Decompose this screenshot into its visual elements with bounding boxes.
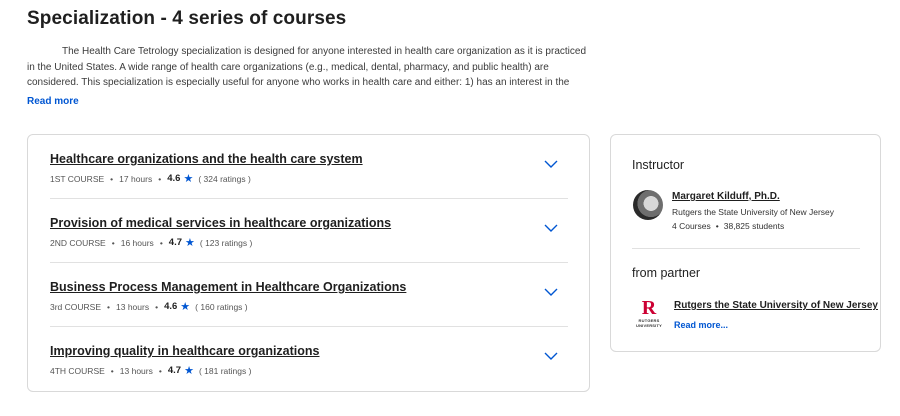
course-row-1[interactable]: Healthcare organizations and the health …: [50, 135, 568, 199]
separator-dot: •: [159, 237, 163, 248]
course-ratings-count: ( 160 ratings ): [195, 301, 248, 312]
course-row-3[interactable]: Business Process Management in Healthcar…: [50, 263, 568, 327]
course-meta: 3rd COURSE • 13 hours • 4.6 ★ ( 160 rati…: [50, 300, 248, 313]
separator-dot: •: [158, 365, 162, 376]
specialization-description: The Health Care Tetrology specialization…: [27, 46, 587, 89]
separator-dot: •: [158, 173, 162, 184]
course-hours: 13 hours: [116, 301, 150, 312]
separator-dot: •: [110, 173, 114, 184]
instructor-stats: 4 Courses • 38,825 students: [672, 221, 784, 231]
course-row-2[interactable]: Provision of medical services in healthc…: [50, 199, 568, 263]
course-number: 4TH COURSE: [50, 365, 105, 376]
course-rating: 4.6: [167, 173, 181, 184]
star-icon: ★: [183, 173, 194, 185]
separator-dot: •: [111, 237, 115, 248]
read-more-link[interactable]: Read more: [27, 96, 79, 107]
divider: [632, 248, 860, 249]
star-icon: ★: [184, 365, 194, 377]
partner-logo[interactable]: R RUTGERS UNIVERSITY: [635, 298, 663, 328]
partner-heading: from partner: [632, 266, 701, 280]
chevron-down-icon[interactable]: [544, 351, 558, 361]
star-icon: ★: [180, 301, 191, 313]
chevron-down-icon[interactable]: [544, 159, 558, 169]
course-number: 2ND COURSE: [50, 237, 106, 248]
course-title[interactable]: Healthcare organizations and the health …: [50, 152, 363, 166]
instructor-partner-card: Instructor Margaret Kilduff, Ph.D. Rutge…: [610, 134, 881, 352]
course-ratings-count: ( 123 ratings ): [199, 237, 253, 248]
chevron-down-icon[interactable]: [544, 223, 558, 233]
course-ratings-count: ( 181 ratings ): [198, 365, 252, 376]
separator-dot: •: [715, 221, 719, 231]
partner-logo-letter: R: [641, 297, 657, 319]
partner-logo-text: RUTGERS UNIVERSITY: [635, 318, 662, 328]
course-hours: 17 hours: [119, 173, 153, 184]
course-meta: 1ST COURSE • 17 hours • 4.6 ★ ( 324 rati…: [50, 172, 251, 185]
avatar[interactable]: [633, 190, 663, 220]
course-number: 3rd COURSE: [50, 301, 102, 312]
course-hours: 13 hours: [119, 365, 153, 376]
partner-name-link[interactable]: Rutgers the State University of New Jers…: [674, 300, 878, 311]
instructor-heading: Instructor: [632, 158, 685, 172]
page-title: Specialization - 4 series of courses: [27, 8, 347, 29]
course-title[interactable]: Provision of medical services in healthc…: [50, 216, 391, 230]
course-title[interactable]: Improving quality in healthcare organiza…: [50, 344, 320, 358]
chevron-down-icon[interactable]: [544, 287, 558, 297]
course-rating: 4.7: [167, 365, 182, 376]
course-rating: 4.7: [168, 237, 183, 248]
star-icon: ★: [185, 237, 195, 249]
separator-dot: •: [107, 301, 110, 312]
course-rating: 4.6: [164, 301, 178, 312]
course-meta: 4TH COURSE • 13 hours • 4.7 ★ ( 181 rati…: [50, 364, 251, 377]
instructor-name-link[interactable]: Margaret Kilduff, Ph.D.: [672, 191, 780, 202]
course-title[interactable]: Business Process Management in Healthcar…: [50, 280, 406, 294]
course-hours: 16 hours: [120, 237, 154, 248]
instructor-org: Rutgers the State University of New Jers…: [672, 207, 835, 217]
instructor-courses: 4 Courses: [672, 221, 711, 231]
course-number: 1ST COURSE: [50, 173, 105, 184]
separator-dot: •: [110, 365, 114, 376]
separator-dot: •: [155, 301, 159, 312]
course-ratings-count: ( 324 ratings ): [198, 173, 251, 184]
instructor-students: 38,825 students: [723, 221, 785, 231]
course-row-4[interactable]: Improving quality in healthcare organiza…: [50, 327, 568, 391]
courses-card: Healthcare organizations and the health …: [27, 134, 590, 392]
partner-read-more-link[interactable]: Read more...: [674, 320, 728, 330]
course-meta: 2ND COURSE • 16 hours • 4.7 ★ ( 123 rati…: [50, 236, 252, 249]
